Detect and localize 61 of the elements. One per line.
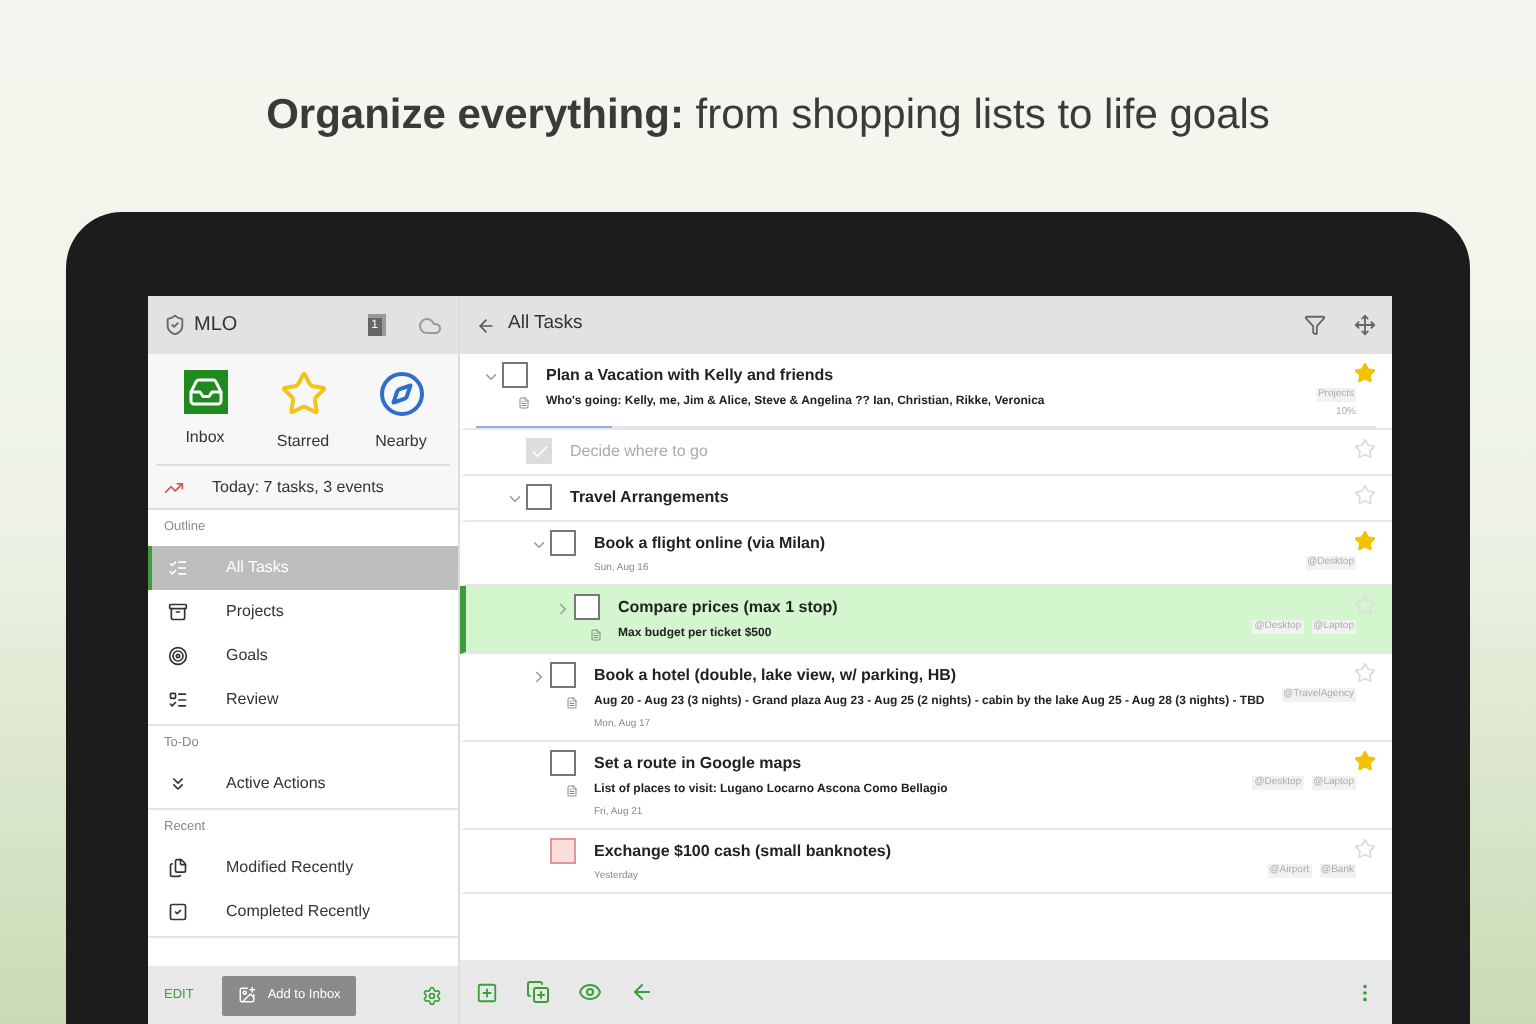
headline: Organize everything: from shopping lists to life goals xyxy=(266,90,1270,142)
task-checkbox[interactable] xyxy=(550,838,576,864)
task-checkbox[interactable] xyxy=(502,362,528,388)
sidebar-item[interactable]: Goals xyxy=(148,634,458,678)
note-icon xyxy=(566,784,578,798)
outdent-icon[interactable] xyxy=(630,980,654,1004)
task-checkbox[interactable] xyxy=(550,530,576,556)
chevrons-down-icon xyxy=(168,774,188,794)
checklist-icon xyxy=(168,558,188,578)
inbox-icon xyxy=(183,370,227,414)
task-checkbox[interactable] xyxy=(550,750,576,776)
star-icon[interactable] xyxy=(1354,838,1376,860)
view-icon[interactable] xyxy=(578,980,602,1004)
star-icon[interactable] xyxy=(1354,662,1376,684)
cloud-icon[interactable] xyxy=(418,313,442,337)
task-checkbox[interactable] xyxy=(574,594,600,620)
task-title: Compare prices (max 1 stop) xyxy=(618,596,840,620)
task-title: Book a flight online (via Milan) xyxy=(594,532,828,556)
chart-icon xyxy=(164,477,184,497)
add-subtask-icon[interactable] xyxy=(526,980,550,1004)
add-icon xyxy=(237,986,256,1004)
add-task-icon[interactable] xyxy=(476,981,498,1003)
star-icon[interactable] xyxy=(1354,438,1376,460)
back-icon[interactable] xyxy=(476,315,496,335)
today-summary[interactable]: Today: 7 tasks, 3 events xyxy=(212,475,384,499)
app-logo-icon xyxy=(164,314,186,336)
task-checkbox[interactable] xyxy=(526,484,552,510)
sidebar-item[interactable]: Projects xyxy=(148,590,458,634)
task-title: Decide where to go xyxy=(570,440,710,464)
page-title: All Tasks xyxy=(508,310,585,339)
target-icon xyxy=(168,646,188,666)
star-icon[interactable] xyxy=(1354,594,1376,616)
star-icon[interactable] xyxy=(1354,484,1376,506)
filter-icon[interactable] xyxy=(1304,314,1326,336)
task-checkbox[interactable] xyxy=(550,662,576,688)
app-name: MLO xyxy=(194,312,240,340)
quick-link[interactable]: Nearby xyxy=(375,430,427,454)
settings-icon[interactable] xyxy=(422,985,442,1005)
quick-link[interactable]: Inbox xyxy=(185,426,225,450)
task-title: Plan a Vacation with Kelly and friends xyxy=(546,364,836,388)
star-icon[interactable] xyxy=(1354,750,1376,772)
sidebar-item[interactable]: Completed Recently xyxy=(148,890,458,934)
task-title: Travel Arrangements xyxy=(570,486,731,510)
note-icon xyxy=(518,396,530,410)
star-icon xyxy=(279,370,327,418)
files-icon xyxy=(168,858,188,878)
move-icon[interactable] xyxy=(1354,314,1376,336)
star-icon[interactable] xyxy=(1354,530,1376,552)
sidebar-item[interactable]: Active Actions xyxy=(148,762,458,806)
star-icon[interactable] xyxy=(1354,362,1376,384)
note-icon xyxy=(566,696,578,710)
check-icon xyxy=(529,441,549,461)
task-title: Exchange $100 cash (small banknotes) xyxy=(594,840,894,864)
sidebar-item[interactable]: Modified Recently xyxy=(148,846,458,890)
compass-icon xyxy=(377,370,425,418)
task-title: Set a route in Google maps xyxy=(594,752,804,776)
checkbox-icon xyxy=(168,902,188,922)
note-icon xyxy=(590,628,602,642)
quick-link[interactable]: Starred xyxy=(276,430,330,454)
task-title: Book a hotel (double, lake view, w/ parking, HB) xyxy=(594,664,959,688)
sidebar-item[interactable]: Review xyxy=(148,678,458,722)
